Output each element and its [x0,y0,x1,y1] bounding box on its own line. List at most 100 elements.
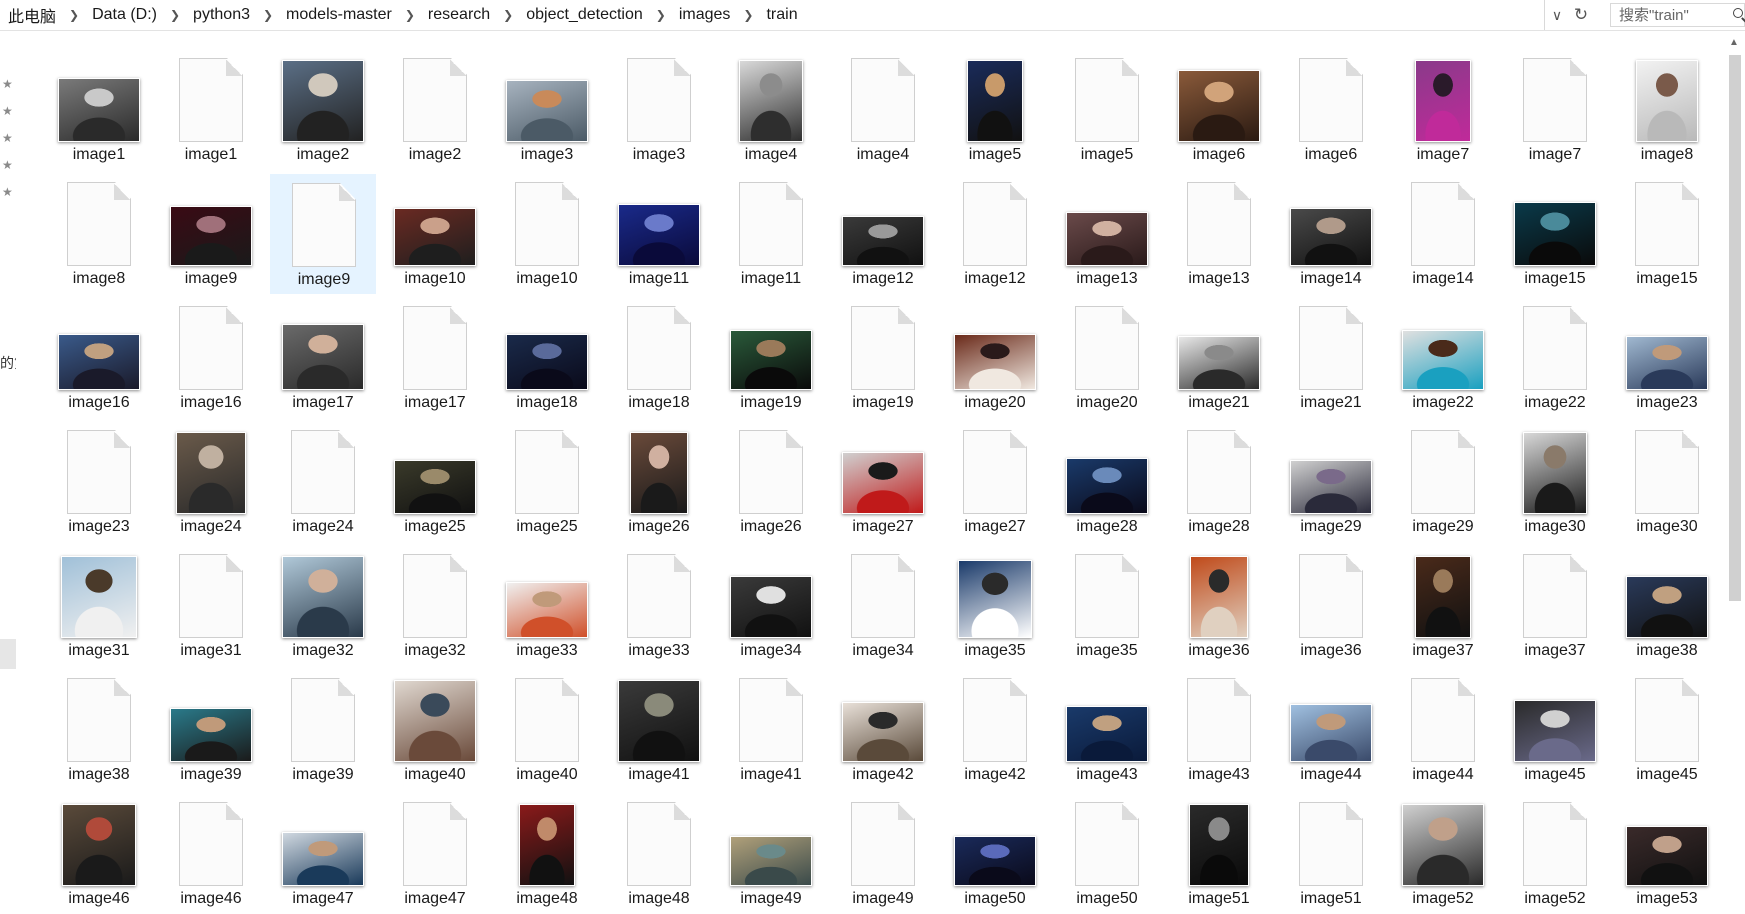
file-item-image[interactable]: image50 [942,794,1048,914]
blank-document-icon[interactable] [1187,678,1251,762]
photo-thumbnail[interactable] [958,560,1032,638]
file-item-image[interactable]: image2 [270,50,376,170]
file-name-label[interactable]: image45 [1502,766,1608,784]
blank-document-icon[interactable] [403,554,467,638]
blank-document-icon[interactable] [963,430,1027,514]
file-item-image[interactable]: image7 [1390,50,1496,170]
photo-thumbnail[interactable] [1626,336,1708,390]
file-thumbnail-area[interactable] [158,174,264,268]
file-name-label[interactable]: image16 [46,394,152,412]
scrollbar-thumb[interactable] [1729,55,1741,601]
file-thumbnail-area[interactable] [606,174,712,268]
file-thumbnail-area[interactable] [606,298,712,392]
file-thumbnail-area[interactable] [1054,298,1160,392]
file-name-label[interactable]: image25 [382,518,488,536]
file-name-label[interactable]: image8 [1614,146,1720,164]
file-item-xml[interactable]: image34 [830,546,936,666]
file-name-label[interactable]: image45 [1614,766,1720,784]
file-name-label[interactable]: image17 [382,394,488,412]
photo-thumbnail[interactable] [506,80,588,142]
file-name-label[interactable]: image6 [1278,146,1384,164]
pin-icon[interactable]: ★ [2,77,16,91]
file-thumbnail-area[interactable] [1614,174,1720,268]
file-thumbnail-area[interactable] [1502,422,1608,516]
file-item-image[interactable]: image21 [1166,298,1272,418]
pin-icon[interactable]: ★ [2,185,16,199]
file-item-image[interactable]: image17 [270,298,376,418]
file-thumbnail-area[interactable] [494,298,600,392]
file-thumbnail-area[interactable] [942,298,1048,392]
file-thumbnail-area[interactable] [830,546,936,640]
search-icon[interactable] [1733,8,1744,22]
photo-thumbnail[interactable] [730,836,812,886]
blank-document-icon[interactable] [627,554,691,638]
file-name-label[interactable]: image26 [606,518,712,536]
file-thumbnail-area[interactable] [271,175,377,269]
file-thumbnail-area[interactable] [270,794,376,888]
file-thumbnail-area[interactable] [718,298,824,392]
blank-document-icon[interactable] [627,58,691,142]
file-item-xml[interactable]: image9 [270,174,376,294]
file-name-label[interactable]: image49 [718,890,824,908]
blank-document-icon[interactable] [403,58,467,142]
file-item-image[interactable]: image47 [270,794,376,914]
photo-thumbnail[interactable] [1514,700,1596,762]
file-name-label[interactable]: image23 [46,518,152,536]
file-item-xml[interactable]: image25 [494,422,600,542]
file-name-label[interactable]: image37 [1502,642,1608,660]
file-thumbnail-area[interactable] [718,174,824,268]
photo-thumbnail[interactable] [282,324,364,390]
file-thumbnail-area[interactable] [158,422,264,516]
file-name-label[interactable]: image31 [158,642,264,660]
file-name-label[interactable]: image12 [942,270,1048,288]
file-item-xml[interactable]: image16 [158,298,264,418]
file-name-label[interactable]: image53 [1614,890,1720,908]
photo-thumbnail[interactable] [1066,458,1148,514]
file-name-label[interactable]: image5 [1054,146,1160,164]
photo-thumbnail[interactable] [506,582,588,638]
blank-document-icon[interactable] [1075,58,1139,142]
file-item-image[interactable]: image28 [1054,422,1160,542]
file-item-image[interactable]: image51 [1166,794,1272,914]
file-thumbnail-area[interactable] [158,50,264,144]
blank-document-icon[interactable] [963,182,1027,266]
file-item-image[interactable]: image5 [942,50,1048,170]
photo-thumbnail[interactable] [1402,330,1484,390]
file-thumbnail-area[interactable] [494,546,600,640]
photo-thumbnail[interactable] [1066,706,1148,762]
blank-document-icon[interactable] [1523,58,1587,142]
file-name-label[interactable]: image39 [270,766,376,784]
file-name-label[interactable]: image22 [1502,394,1608,412]
file-item-xml[interactable]: image51 [1278,794,1384,914]
blank-document-icon[interactable] [1299,58,1363,142]
photo-thumbnail[interactable] [394,460,476,514]
file-item-xml[interactable]: image22 [1502,298,1608,418]
file-name-label[interactable]: image15 [1502,270,1608,288]
photo-thumbnail[interactable] [739,60,803,142]
file-item-image[interactable]: image8 [1614,50,1720,170]
file-thumbnail-area[interactable] [382,298,488,392]
file-thumbnail-area[interactable] [606,670,712,764]
photo-thumbnail[interactable] [170,206,252,266]
file-item-xml[interactable]: image33 [606,546,712,666]
file-name-label[interactable]: image36 [1278,642,1384,660]
file-item-image[interactable]: image46 [46,794,152,914]
pin-icon[interactable]: ★ [2,158,16,172]
file-item-xml[interactable]: image50 [1054,794,1160,914]
photo-thumbnail[interactable] [176,432,246,514]
file-name-label[interactable]: image42 [830,766,936,784]
file-name-label[interactable]: image28 [1166,518,1272,536]
file-thumbnail-area[interactable] [270,546,376,640]
file-name-label[interactable]: image3 [494,146,600,164]
photo-thumbnail[interactable] [1636,60,1698,142]
file-item-image[interactable]: image45 [1502,670,1608,790]
file-name-label[interactable]: image9 [271,271,377,289]
file-item-xml[interactable]: image49 [830,794,936,914]
file-item-xml[interactable]: image44 [1390,670,1496,790]
file-thumbnail-area[interactable] [1278,174,1384,268]
file-thumbnail-area[interactable] [270,50,376,144]
file-name-label[interactable]: image47 [270,890,376,908]
file-item-xml[interactable]: image15 [1614,174,1720,294]
breadcrumb-images[interactable]: images [675,6,735,24]
blank-document-icon[interactable] [1299,554,1363,638]
